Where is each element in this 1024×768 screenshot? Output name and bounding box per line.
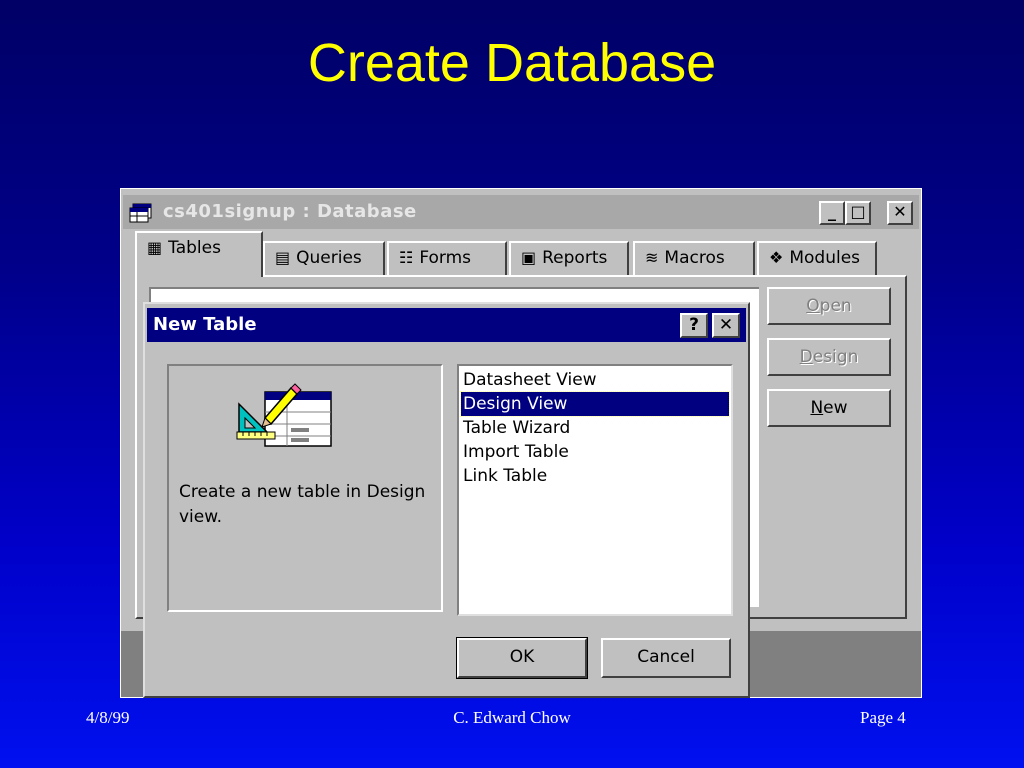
query-icon: ▤ bbox=[275, 248, 291, 267]
tab-macros[interactable]: ≋ Macros bbox=[633, 241, 755, 275]
minimize-button[interactable]: _ bbox=[819, 201, 845, 225]
module-icon: ❖ bbox=[769, 248, 784, 267]
close-icon: ✕ bbox=[718, 315, 734, 335]
help-icon: ? bbox=[689, 315, 699, 335]
dialog-close-button[interactable]: ✕ bbox=[712, 313, 740, 338]
ok-button[interactable]: OK bbox=[456, 637, 588, 679]
tab-label: Macros bbox=[664, 248, 725, 268]
dialog-title: New Table bbox=[153, 314, 257, 335]
maximize-icon: □ bbox=[850, 202, 866, 221]
open-label: pen bbox=[819, 296, 852, 316]
close-icon: ✕ bbox=[893, 202, 907, 221]
list-item-link-table[interactable]: Link Table bbox=[461, 464, 729, 488]
open-accel: O bbox=[806, 296, 820, 316]
footer-page-number: Page 4 bbox=[860, 708, 906, 727]
tab-reports[interactable]: ▣ Reports bbox=[509, 241, 629, 275]
cancel-button[interactable]: Cancel bbox=[601, 638, 731, 678]
design-accel: D bbox=[799, 347, 813, 367]
table-type-description: Create a new table in Design view. bbox=[179, 482, 426, 527]
slide-title: Create Database bbox=[307, 33, 717, 93]
table-design-icon bbox=[236, 383, 332, 447]
help-button[interactable]: ? bbox=[680, 313, 708, 338]
tab-modules[interactable]: ❖ Modules bbox=[757, 241, 877, 275]
list-item-table-wizard[interactable]: Table Wizard bbox=[461, 416, 729, 440]
table-type-list[interactable]: Datasheet View Design View Table Wizard … bbox=[457, 364, 733, 616]
list-item-import-table[interactable]: Import Table bbox=[461, 440, 729, 464]
macro-icon: ≋ bbox=[645, 248, 659, 267]
preview-panel: Create a new table in Design view. bbox=[167, 364, 443, 612]
tab-queries[interactable]: ▤ Queries bbox=[263, 241, 385, 275]
database-window-title: cs401signup : Database bbox=[163, 201, 417, 222]
open-button[interactable]: Open bbox=[767, 287, 891, 325]
tab-forms[interactable]: ☷ Forms bbox=[387, 241, 507, 275]
report-icon: ▣ bbox=[521, 248, 537, 267]
database-window-icon bbox=[129, 203, 152, 223]
tab-label: Forms bbox=[419, 248, 472, 268]
design-button[interactable]: Design bbox=[767, 338, 891, 376]
dialog-titlebar[interactable]: New Table ? ✕ bbox=[147, 308, 746, 342]
new-label: ew bbox=[823, 398, 848, 418]
tab-label: Reports bbox=[542, 248, 608, 268]
database-titlebar[interactable]: cs401signup : Database _ □ ✕ bbox=[123, 195, 919, 229]
close-button[interactable]: ✕ bbox=[887, 201, 913, 225]
design-label: esign bbox=[812, 347, 859, 367]
minimize-icon: _ bbox=[828, 202, 836, 221]
new-table-dialog: New Table ? ✕ Create a new table in Desi… bbox=[143, 302, 750, 698]
maximize-button[interactable]: □ bbox=[845, 201, 871, 225]
table-icon: ▦ bbox=[147, 238, 163, 257]
new-accel: N bbox=[810, 398, 824, 418]
list-item-datasheet-view[interactable]: Datasheet View bbox=[461, 368, 729, 392]
new-button[interactable]: New bbox=[767, 389, 891, 427]
form-icon: ☷ bbox=[399, 248, 414, 267]
list-item-design-view[interactable]: Design View bbox=[460, 391, 730, 417]
tab-tables[interactable]: ▦ Tables bbox=[135, 231, 263, 277]
tab-label: Modules bbox=[789, 248, 861, 268]
tab-label: Tables bbox=[168, 238, 221, 258]
tab-label: Queries bbox=[296, 248, 362, 268]
